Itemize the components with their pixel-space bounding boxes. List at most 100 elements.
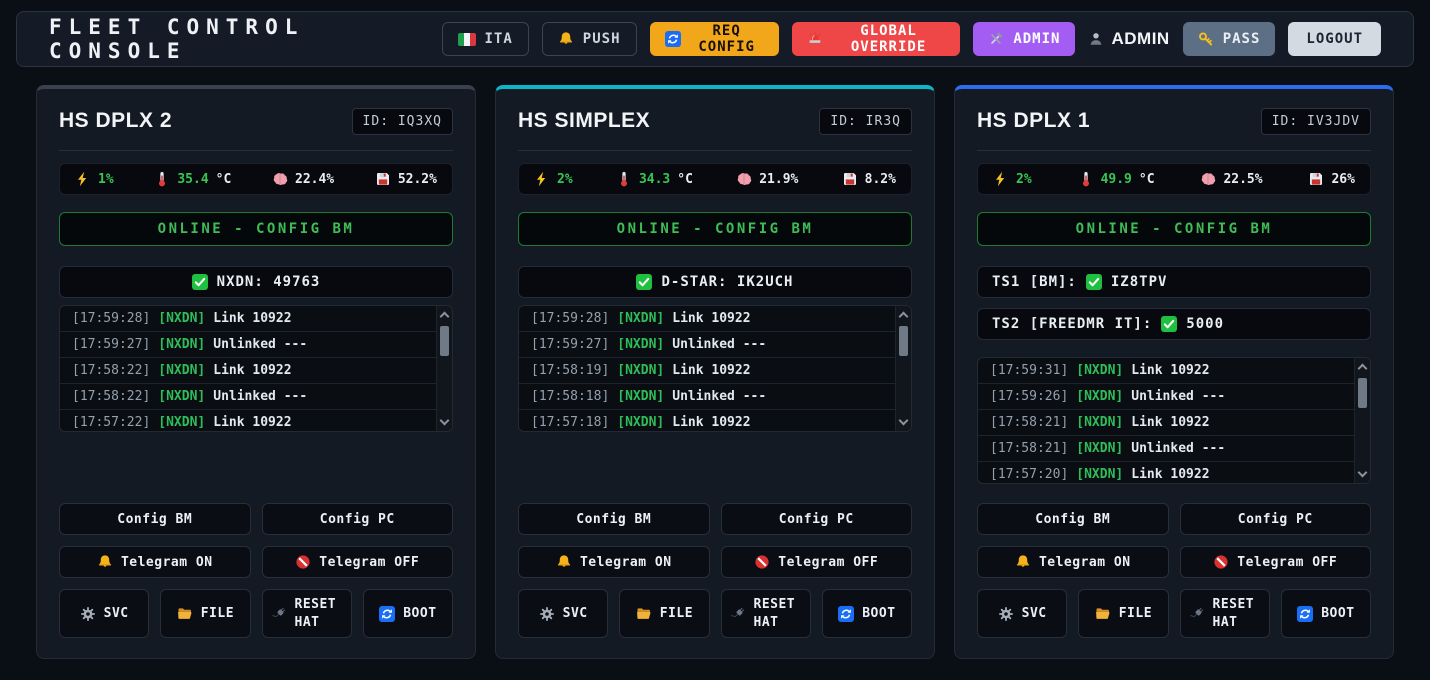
card-header: HS SIMPLEX ID: IR3Q <box>518 105 912 137</box>
log-scrollbar[interactable] <box>895 306 911 431</box>
log-row: [17:59:31][NXDN]Link 10922 <box>978 358 1354 384</box>
disk-value: 26% <box>1331 172 1354 187</box>
config-bm-button[interactable]: Config BM <box>977 503 1169 535</box>
scrollbar-thumb[interactable] <box>1358 378 1367 408</box>
log-row: [17:58:22][NXDN]Unlinked --- <box>60 384 436 410</box>
telegram-off-label: Telegram OFF <box>319 555 419 570</box>
req-config-button[interactable]: REQ CONFIG <box>650 22 779 56</box>
reset-hat-button[interactable]: RESET HAT <box>262 589 352 638</box>
reset-hat-button[interactable]: RESET HAT <box>1180 589 1270 638</box>
admin-button[interactable]: ADMIN <box>973 22 1075 56</box>
divider <box>518 150 912 151</box>
check-icon <box>1161 316 1177 332</box>
log-row: [17:57:18][NXDN]Link 10922 <box>519 410 895 431</box>
log-message: Link 10922 <box>1131 363 1209 378</box>
scrollbar-thumb[interactable] <box>899 326 908 356</box>
link-status-row: D-STAR: IK2UCH <box>518 266 912 298</box>
logout-button[interactable]: LOGOUT <box>1288 22 1381 56</box>
reset-hat-label: RESET HAT <box>295 596 343 631</box>
link-prefix: TS2 [FREEDMR IT]: <box>992 316 1152 332</box>
telegram-off-button[interactable]: Telegram OFF <box>1180 546 1372 578</box>
language-button[interactable]: ITA <box>442 22 529 56</box>
scroll-down-icon[interactable] <box>1358 468 1368 478</box>
log-tag: [NXDN] <box>617 389 664 404</box>
config-bm-button[interactable]: Config BM <box>59 503 251 535</box>
tools-icon <box>988 31 1004 47</box>
config-pc-label: Config PC <box>320 512 395 527</box>
log-panel: [17:59:28][NXDN]Link 10922 [17:59:27][NX… <box>518 305 912 432</box>
telegram-on-button[interactable]: Telegram ON <box>518 546 710 578</box>
temperature-stat: 35.4°C <box>154 171 231 187</box>
config-pc-button[interactable]: Config PC <box>1180 503 1372 535</box>
telegram-off-label: Telegram OFF <box>1237 555 1337 570</box>
bell-icon <box>556 554 572 570</box>
status-banner: ONLINE - CONFIG BM <box>59 212 453 246</box>
log-tag: [NXDN] <box>617 363 664 378</box>
status-banner: ONLINE - CONFIG BM <box>518 212 912 246</box>
svc-button[interactable]: SVC <box>518 589 608 638</box>
svc-button[interactable]: SVC <box>977 589 1067 638</box>
boot-button[interactable]: BOOT <box>822 589 912 638</box>
check-icon <box>1086 274 1102 290</box>
boot-button[interactable]: BOOT <box>1281 589 1371 638</box>
pass-button[interactable]: PASS <box>1183 22 1276 56</box>
telegram-off-button[interactable]: Telegram OFF <box>262 546 454 578</box>
log-tag: [NXDN] <box>1076 415 1123 430</box>
log-scrollbar[interactable] <box>1354 358 1370 483</box>
log-row: [17:59:26][NXDN]Unlinked --- <box>978 384 1354 410</box>
global-override-label: GLOBAL OVERRIDE <box>832 23 946 55</box>
memory-value: 22.5% <box>1223 172 1262 187</box>
global-override-button[interactable]: GLOBAL OVERRIDE <box>792 22 961 56</box>
check-icon <box>192 274 208 290</box>
card-buttons: Config BM Config PC Telegram ON Telegram… <box>59 503 453 638</box>
telegram-on-button[interactable]: Telegram ON <box>977 546 1169 578</box>
log-time: [17:57:20] <box>990 467 1068 482</box>
log-row: [17:58:21][NXDN]Unlinked --- <box>978 436 1354 462</box>
language-label: ITA <box>485 31 513 47</box>
file-button[interactable]: FILE <box>1078 589 1168 638</box>
log-scrollbar[interactable] <box>436 306 452 431</box>
scrollbar-thumb[interactable] <box>440 326 449 356</box>
disk-value: 8.2% <box>865 172 896 187</box>
log-message: Unlinked --- <box>213 337 307 352</box>
scroll-up-icon[interactable] <box>1358 364 1368 374</box>
folder-icon <box>1095 606 1111 622</box>
top-bar: FLEET CONTROL CONSOLE ITA PUSH REQ CONFI… <box>16 11 1414 67</box>
scroll-up-icon[interactable] <box>440 312 450 322</box>
scroll-down-icon[interactable] <box>440 416 450 426</box>
config-bm-label: Config BM <box>576 512 651 527</box>
link-status-value: IZ8TPV <box>1111 274 1168 290</box>
req-config-label: REQ CONFIG <box>690 23 764 55</box>
scroll-up-icon[interactable] <box>899 312 909 322</box>
page-title: FLEET CONTROL CONSOLE <box>49 15 442 63</box>
log-time: [17:59:28] <box>531 311 609 326</box>
log-time: [17:59:26] <box>990 389 1068 404</box>
config-pc-button[interactable]: Config PC <box>262 503 454 535</box>
temperature-stat: 34.3°C <box>616 171 693 187</box>
device-card-hs-simplex: HS SIMPLEX ID: IR3Q 2% 34.3°C 21.9% <box>495 85 935 659</box>
boot-label: BOOT <box>1321 606 1354 621</box>
log-message: Link 10922 <box>1131 415 1209 430</box>
disk-value: 52.2% <box>398 172 437 187</box>
reset-hat-button[interactable]: RESET HAT <box>721 589 811 638</box>
scroll-down-icon[interactable] <box>899 416 909 426</box>
push-button[interactable]: PUSH <box>542 22 637 56</box>
telegram-on-button[interactable]: Telegram ON <box>59 546 251 578</box>
device-id-badge: ID: IR3Q <box>819 108 912 135</box>
boot-button[interactable]: BOOT <box>363 589 453 638</box>
svc-button[interactable]: SVC <box>59 589 149 638</box>
memory-stat: 22.5% <box>1200 171 1262 187</box>
config-pc-button[interactable]: Config PC <box>721 503 913 535</box>
link-status-row-ts1: TS1 [BM]: IZ8TPV <box>977 266 1371 298</box>
file-button[interactable]: FILE <box>160 589 250 638</box>
gear-icon <box>998 606 1014 622</box>
file-button[interactable]: FILE <box>619 589 709 638</box>
admin-user-label: ADMIN <box>1111 29 1169 49</box>
log-tag: [NXDN] <box>1076 363 1123 378</box>
config-bm-button[interactable]: Config BM <box>518 503 710 535</box>
log-time: [17:58:19] <box>531 363 609 378</box>
telegram-off-button[interactable]: Telegram OFF <box>721 546 913 578</box>
device-cards: HS DPLX 2 ID: IQ3XQ 1% 35.4°C 22.4% <box>36 85 1394 659</box>
ban-icon <box>295 554 311 570</box>
log-time: [17:58:22] <box>72 363 150 378</box>
